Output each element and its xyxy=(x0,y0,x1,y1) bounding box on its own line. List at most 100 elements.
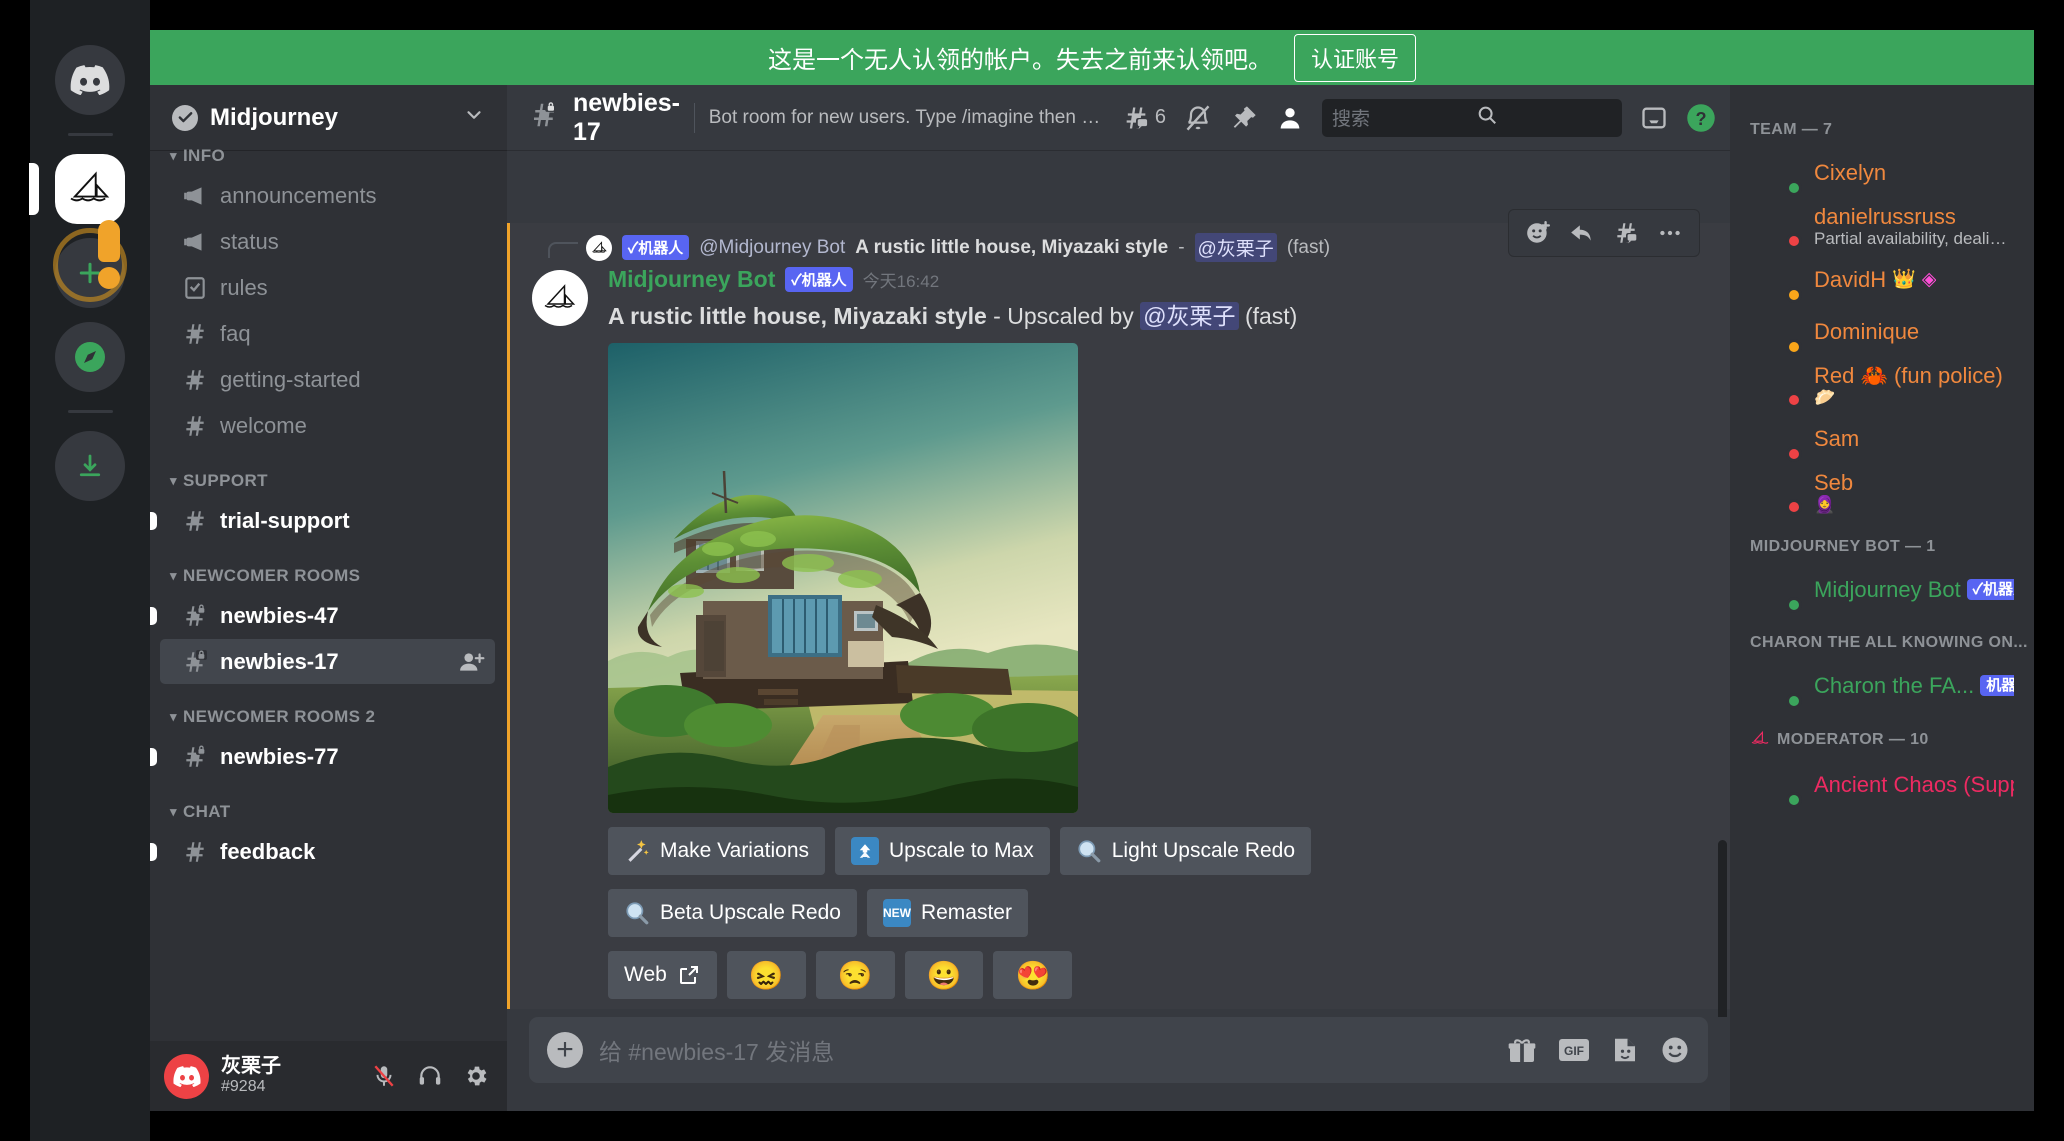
hash-icon xyxy=(182,413,208,439)
member-row[interactable]: Red 🦀 (fun police) 🥟 xyxy=(1738,358,2026,413)
members-icon[interactable] xyxy=(1276,104,1304,132)
reply-avatar xyxy=(586,234,612,261)
action-buttons-row-3: Web 😖 😒 😀 😍 xyxy=(608,951,1730,999)
message-button-emoji-3[interactable]: 😀 xyxy=(904,951,984,999)
message-button-emoji-1[interactable]: 😖 xyxy=(726,951,806,999)
member-list[interactable]: TEAM — 7 Cixelyn danielrussruss Partial ava… xyxy=(1730,85,2034,1111)
pin-icon[interactable] xyxy=(1230,104,1258,132)
announcement-icon xyxy=(182,229,208,255)
member-row[interactable]: Cixelyn xyxy=(1738,147,2026,199)
unclaimed-account-banner: 这是一个无人认领的帐户。失去之前来认领吧。 认证账号 xyxy=(150,30,2034,85)
member-row[interactable]: Dominique xyxy=(1738,306,2026,358)
headphones-icon[interactable] xyxy=(413,1059,447,1093)
bell-off-icon[interactable] xyxy=(1184,104,1212,132)
message-list[interactable]: ✓机器人 @Midjourney Bot A rustic little hou… xyxy=(507,150,1730,1017)
gift-icon[interactable] xyxy=(1506,1034,1538,1066)
message-timestamp: 今天16:42 xyxy=(862,272,940,291)
message-mention[interactable]: @灰栗子 xyxy=(1140,302,1239,330)
threads-icon[interactable]: 6 xyxy=(1122,104,1166,132)
member-row[interactable]: Charon the FA...机器人 xyxy=(1738,660,2026,712)
message-avatar[interactable] xyxy=(532,270,588,326)
sidebar-channel-getting-started[interactable]: getting-started xyxy=(160,357,495,402)
magnifier-icon xyxy=(624,900,650,926)
member-badge-1: ◈ xyxy=(1921,268,1937,290)
gif-icon[interactable]: GIF xyxy=(1558,1037,1590,1063)
member-name: Charon the FA... xyxy=(1814,672,1975,698)
sidebar-channel-newbies-47[interactable]: newbies-47 xyxy=(150,593,495,638)
sidebar-channel-trial-support[interactable]: trial-support xyxy=(150,498,495,543)
server-midjourney[interactable] xyxy=(29,154,125,224)
channel-category[interactable]: ▾ NEWCOMER ROOMS 2 xyxy=(150,685,507,733)
more-icon[interactable] xyxy=(1651,214,1689,252)
button-label: Beta Upscale Redo xyxy=(660,901,841,924)
composer-box[interactable]: + 给 #newbies-17 发消息 GIF xyxy=(529,1017,1708,1083)
reply-icon[interactable] xyxy=(1563,214,1601,252)
server-download[interactable] xyxy=(55,431,125,501)
message-scrollbar[interactable] xyxy=(1718,840,1727,1017)
channel-category[interactable]: ▾ CHAT xyxy=(150,780,507,828)
reply-mention[interactable]: @灰栗子 xyxy=(1194,233,1277,262)
avatar[interactable] xyxy=(164,1053,209,1099)
user-identity[interactable]: 灰栗子 #9284 xyxy=(221,1055,355,1096)
create-thread-icon[interactable] xyxy=(1607,214,1645,252)
channel-category[interactable]: ▾ NEWCOMER ROOMS xyxy=(150,544,507,592)
message-button-remaster[interactable]: NEW Remaster xyxy=(866,889,1028,937)
presence-on-icon xyxy=(1786,180,1802,196)
sidebar-channel-rules[interactable]: rules xyxy=(160,265,495,310)
add-members-icon[interactable] xyxy=(459,649,485,675)
inbox-icon[interactable] xyxy=(1640,104,1668,132)
sidebar-channel-status[interactable]: status xyxy=(160,219,495,264)
gear-icon[interactable] xyxy=(459,1059,493,1093)
member-row[interactable]: danielrussruss Partial availability, deal… xyxy=(1738,199,2026,254)
member-row[interactable]: Midjourney Bot✓机器人 xyxy=(1738,564,2026,616)
magnifier-icon xyxy=(1076,838,1102,864)
message-author[interactable]: Midjourney Bot xyxy=(608,266,775,293)
claim-account-button[interactable]: 认证账号 xyxy=(1293,33,1416,82)
sidebar-channel-newbies-17[interactable]: newbies-17 xyxy=(160,639,495,684)
channel-topic[interactable]: Bot room for new users. Type /imagine th… xyxy=(709,107,1108,129)
message-button-web[interactable]: Web xyxy=(608,951,717,999)
search-input[interactable]: 搜索 xyxy=(1322,98,1622,137)
channel-label: getting-started xyxy=(220,366,361,392)
member-group-header: CHARON THE ALL KNOWING ON... xyxy=(1730,616,2034,660)
channel-list[interactable]: ▾ INFO announcements status rules faq getting-… xyxy=(150,118,507,1041)
message-button-upscale-to-max[interactable]: Upscale to Max xyxy=(835,827,1050,875)
magic-wand-icon xyxy=(624,838,650,864)
member-row[interactable]: DavidH 👑 ◈ xyxy=(1738,254,2026,306)
message-button-beta-upscale-redo[interactable]: Beta Upscale Redo xyxy=(608,889,857,937)
message-button-light-upscale-redo[interactable]: Light Upscale Redo xyxy=(1059,827,1312,875)
sidebar-channel-newbies-77[interactable]: newbies-77 xyxy=(150,734,495,779)
presence-dnd-icon xyxy=(1786,233,1802,250)
chevron-down-icon: ▾ xyxy=(170,804,177,819)
message-button-emoji-4[interactable]: 😍 xyxy=(993,951,1073,999)
avatar xyxy=(1758,259,1802,303)
sidebar-channel-faq[interactable]: faq xyxy=(160,311,495,356)
member-row[interactable]: Sam xyxy=(1738,413,2026,465)
emoji-icon[interactable] xyxy=(1660,1035,1690,1065)
sidebar-channel-announcements[interactable]: announcements xyxy=(160,173,495,218)
member-group-header: MIDJOURNEY BOT — 1 xyxy=(1730,520,2034,564)
sidebar-channel-feedback[interactable]: feedback xyxy=(150,829,495,874)
help-icon[interactable]: ? xyxy=(1686,103,1716,133)
member-name: Red 🦀 (fun police) xyxy=(1814,362,2003,388)
member-row[interactable]: Seb 🧕 xyxy=(1738,465,2026,520)
server-add[interactable] xyxy=(55,238,125,308)
member-row[interactable]: Ancient Chaos (Suppo... xyxy=(1738,759,2026,811)
generated-image[interactable] xyxy=(608,343,1078,813)
member-badge-0: 👑 xyxy=(1892,268,1916,290)
attach-icon[interactable]: + xyxy=(547,1032,583,1068)
channel-category[interactable]: ▾ INFO xyxy=(150,124,507,172)
add-reaction-icon[interactable] xyxy=(1519,214,1557,252)
server-discord-home[interactable] xyxy=(55,45,125,115)
sticker-icon[interactable] xyxy=(1610,1035,1640,1065)
sidebar-channel-welcome[interactable]: welcome xyxy=(160,403,495,448)
channel-category[interactable]: ▾ SUPPORT xyxy=(150,449,507,497)
emoji-glyph: 😒 xyxy=(837,959,873,991)
server-explore[interactable] xyxy=(55,322,125,392)
message-button-make-variations[interactable]: Make Variations xyxy=(608,827,826,875)
message-button-emoji-2[interactable]: 😒 xyxy=(815,951,895,999)
app-window: 这是一个无人认领的帐户。失去之前来认领吧。 认证账号 Midjourney ▾ I… xyxy=(150,30,2034,1111)
emoji-glyph: 😀 xyxy=(926,959,962,991)
mic-muted-icon[interactable] xyxy=(367,1059,401,1093)
avatar xyxy=(1758,418,1802,462)
